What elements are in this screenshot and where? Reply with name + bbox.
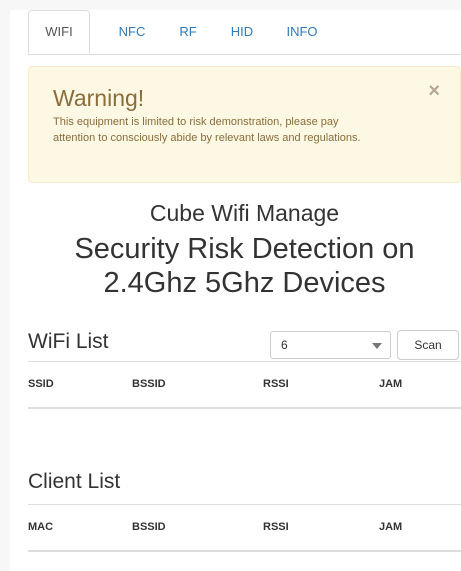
tab-rf[interactable]: RF <box>174 10 202 54</box>
channel-select-value: 6 <box>281 338 288 352</box>
tab-wifi[interactable]: WIFI <box>28 10 90 54</box>
client-table-header: MAC BSSID RSSI JAM <box>28 504 461 552</box>
client-col-mac: MAC <box>28 521 54 533</box>
tab-bar: WIFI NFC RF HID INFO <box>28 10 461 55</box>
wifi-col-jam: JAM <box>379 378 403 390</box>
page-title-line-2: 2.4Ghz 5Ghz Devices <box>103 267 386 299</box>
page: WIFI NFC RF HID INFO Warning! This equip… <box>10 10 461 571</box>
page-title-line-1: Security Risk Detection on <box>74 233 415 265</box>
client-col-bssid: BSSID <box>132 521 166 533</box>
tab-hid[interactable]: HID <box>227 10 257 54</box>
scan-button[interactable]: Scan <box>397 330 459 360</box>
client-list-title: Client List <box>28 470 121 493</box>
page-title: Security Risk Detection on 2.4Ghz 5Ghz D… <box>28 232 461 300</box>
wifi-col-ssid: SSID <box>28 378 54 390</box>
page-subtitle: Cube Wifi Manage <box>149 200 340 226</box>
tab-info[interactable]: INFO <box>282 10 322 54</box>
wifi-col-rssi: RSSI <box>263 378 289 390</box>
close-icon[interactable]: × <box>428 81 440 101</box>
wifi-table-header: SSID BSSID RSSI JAM <box>28 361 461 409</box>
wifi-col-bssid: BSSID <box>132 378 166 390</box>
client-col-rssi: RSSI <box>263 521 289 533</box>
channel-select[interactable]: 6 <box>270 331 391 359</box>
wifi-list-title: WiFi List <box>28 330 109 353</box>
client-col-jam: JAM <box>379 521 403 533</box>
chevron-down-icon <box>372 343 382 349</box>
alert-message: This equipment is limited to risk demons… <box>53 116 361 144</box>
tab-nfc[interactable]: NFC <box>114 10 150 54</box>
warning-alert: Warning! This equipment is limited to ri… <box>28 66 461 183</box>
alert-title: Warning! <box>53 85 145 111</box>
